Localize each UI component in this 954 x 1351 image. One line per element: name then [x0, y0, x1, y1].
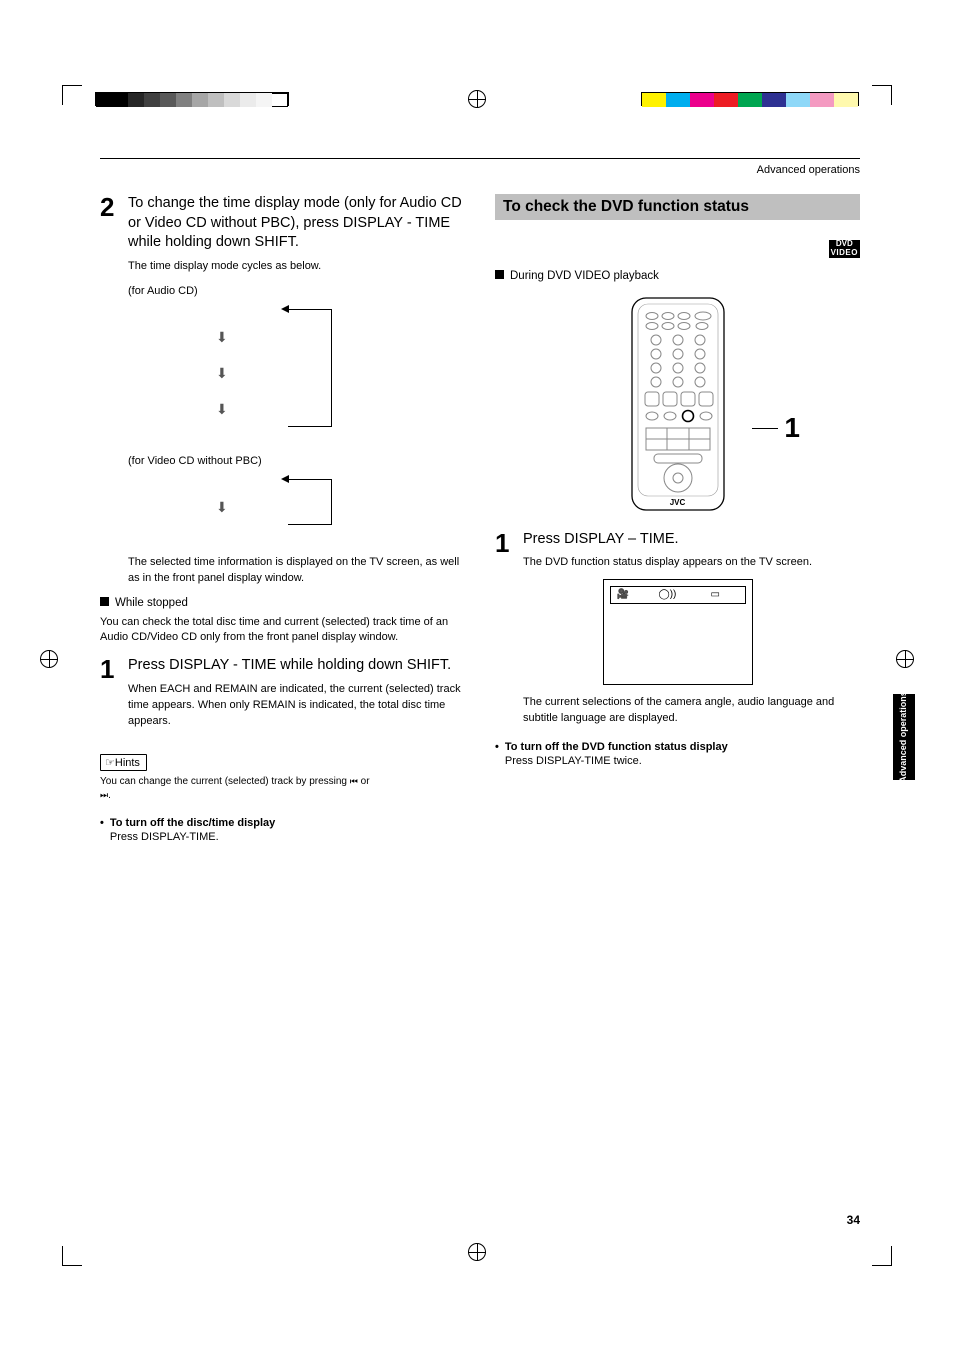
turn-off-dvd-status-bullet: • To turn off the DVD function status di…: [495, 741, 860, 767]
hints-label: Hints: [115, 757, 140, 769]
tv-status-bar: 🎥 ◯)) ▭: [610, 586, 746, 604]
callout-number-1: 1: [784, 412, 800, 444]
turn-off-disc-time-title: To turn off the disc/time display: [110, 817, 275, 829]
left-column: 2 To change the time display mode (only …: [100, 194, 465, 843]
step-number-1: 1: [100, 656, 118, 729]
selected-time-paragraph: The selected time information is display…: [128, 555, 465, 587]
turn-off-disc-time-bullet: • To turn off the disc/time display Pres…: [100, 817, 465, 843]
turn-off-dvd-status-body: Press DISPLAY-TIME twice.: [505, 755, 728, 767]
leader-line: [752, 428, 778, 429]
audio-cd-label: (for Audio CD): [128, 285, 465, 297]
crop-mark: [872, 1246, 892, 1266]
crop-mark: [62, 1246, 82, 1266]
left-step-1-sub: When EACH and REMAIN are indicated, the …: [128, 682, 465, 730]
next-track-icon: ⏭: [100, 790, 108, 800]
right-column: To check the DVD function status DVD VID…: [495, 194, 860, 843]
registration-mark-icon: [468, 90, 486, 108]
header-rule: [100, 158, 860, 159]
page-number: 34: [847, 1213, 860, 1227]
during-playback-label: During DVD VIDEO playback: [510, 270, 659, 282]
registration-mark-icon: [40, 650, 58, 668]
section-title-bar: To check the DVD function status: [495, 194, 860, 220]
remote-icon: [630, 296, 726, 512]
right-step-1-title: Press DISPLAY – TIME.: [523, 530, 860, 550]
audio-language-icon: ◯)): [659, 589, 677, 600]
hand-pointer-icon: ☞: [105, 756, 115, 769]
audio-cd-cycle-diagram: ⬇ ⬇ ⬇: [160, 305, 465, 445]
remote-control-illustration: JVC 1: [495, 296, 860, 508]
turn-off-dvd-status-title: To turn off the DVD function status disp…: [505, 741, 728, 753]
left-step-1-title: Press DISPLAY - TIME while holding down …: [128, 656, 465, 676]
step-number-2: 2: [100, 194, 118, 275]
video-cd-label: (for Video CD without PBC): [128, 455, 465, 467]
stopped-paragraph: You can check the total disc time and cu…: [100, 615, 465, 647]
color-swatch-strip: [641, 92, 859, 106]
after-tv-paragraph: The current selections of the camera ang…: [523, 695, 860, 727]
while-stopped-label: While stopped: [115, 597, 188, 609]
right-step-1-sub: The DVD function status display appears …: [523, 555, 860, 571]
turn-off-disc-time-body: Press DISPLAY-TIME.: [110, 831, 275, 843]
grayscale-swatch-strip: [95, 92, 289, 106]
during-playback-heading: During DVD VIDEO playback: [495, 270, 860, 282]
hints-badge: ☞Hints: [100, 754, 147, 771]
dvd-video-badge: DVD VIDEO: [829, 240, 860, 258]
prev-track-icon: ⏮: [350, 776, 358, 786]
tv-screen-illustration: 🎥 ◯)) ▭: [603, 579, 753, 685]
camera-angle-icon: 🎥: [617, 589, 629, 600]
step-2-title: To change the time display mode (only fo…: [128, 194, 465, 253]
video-cd-cycle-diagram: ⬇: [160, 475, 465, 545]
right-step-number-1: 1: [495, 530, 513, 572]
step-2-sub: The time display mode cycles as below.: [128, 259, 465, 275]
registration-mark-icon: [896, 650, 914, 668]
hints-text: You can change the current (selected) tr…: [100, 775, 465, 803]
registration-mark-icon: [468, 1243, 486, 1261]
crop-mark: [872, 85, 892, 105]
subtitle-icon: ▭: [711, 589, 720, 600]
header-section-label: Advanced operations: [100, 164, 860, 176]
crop-mark: [62, 85, 82, 105]
side-tab-advanced-operations: Advanced operations: [893, 694, 915, 780]
while-stopped-heading: While stopped: [100, 597, 465, 609]
